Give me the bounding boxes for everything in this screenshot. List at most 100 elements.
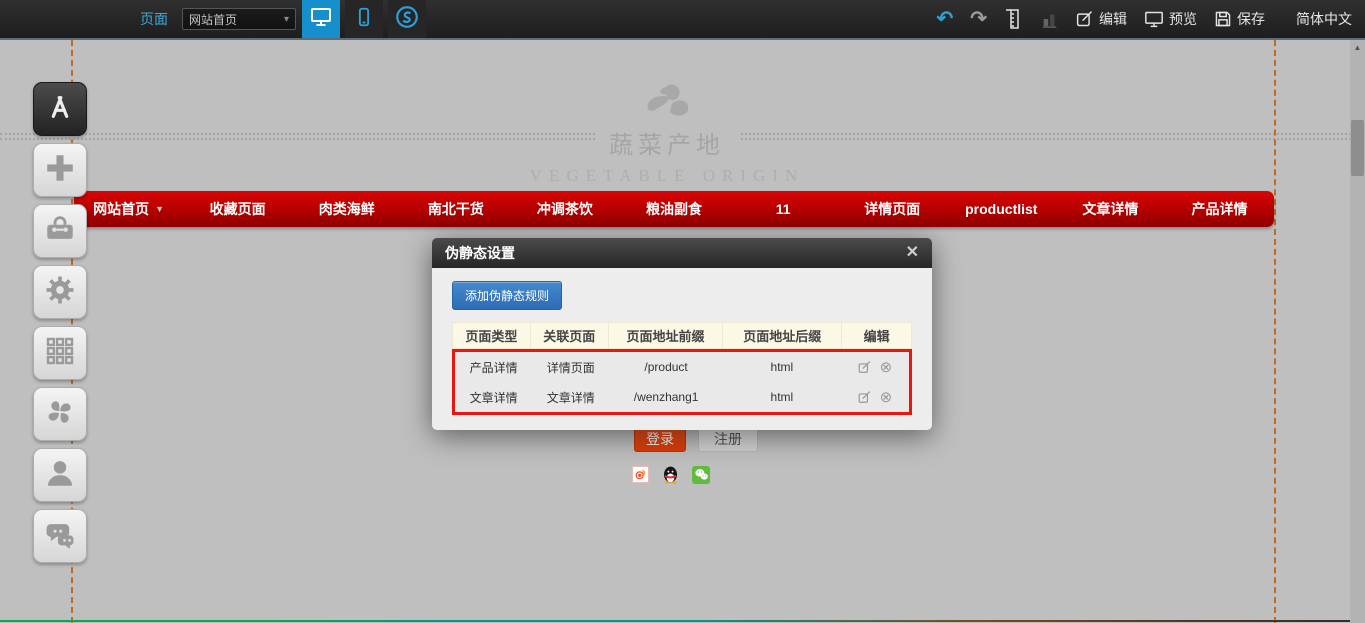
person-icon [43,456,77,495]
brand-circle-icon [394,4,420,35]
save-floppy-icon [1214,10,1232,28]
column-header-url-prefix: 页面地址前缀 [609,323,724,348]
gear-icon [43,273,77,312]
nav-item-label: 11 [776,201,791,217]
mobile-view-button[interactable] [345,0,383,38]
nav-item-label: productlist [965,201,1037,217]
grid-icon [44,335,76,372]
save-button[interactable]: 保存 [1214,9,1265,29]
rules-table: 页面类型 关联页面 页面地址前缀 页面地址后缀 编辑 产品详情 详情页面 /pr… [452,322,912,415]
scrollbar-thumb[interactable] [1351,120,1364,176]
table-row: 产品详情 详情页面 /product html ⊗ [455,352,909,382]
redo-icon[interactable]: ↷ [970,9,987,29]
social-login-icons [632,464,710,485]
nav-item-label: 冲调茶饮 [537,199,593,219]
preview-monitor-icon [1144,10,1164,28]
pseudo-static-dialog: 伪静态设置 ✕ 添加伪静态规则 页面类型 关联页面 页面地址前缀 页面地址后缀 … [432,238,932,430]
cell-url-prefix: /product [609,352,723,382]
site-logo: 蔬菜产地 VEGETABLE ORIGIN [527,80,807,186]
wechat-icon[interactable] [692,466,710,484]
nav-item-label: 网站首页 [93,199,149,219]
page-selector-value: 网站首页 [189,11,237,28]
edit-button[interactable]: 编辑 [1076,9,1127,29]
page-label: 页面 [140,9,168,29]
preview-button[interactable]: 预览 [1144,9,1197,29]
nav-item-label: 肉类海鲜 [319,199,375,219]
row-actions: ⊗ [841,382,909,412]
sidebar-item-plugins[interactable] [33,387,87,441]
edit-label: 编辑 [1099,9,1127,29]
row-edit-icon[interactable] [858,361,871,374]
add-rule-button[interactable]: 添加伪静态规则 [452,281,562,310]
sidebar-item-design[interactable] [33,82,87,136]
sidebar-item-toolbox[interactable] [33,204,87,258]
ruler-icon[interactable] [1004,8,1024,30]
nav-caret-icon: ▼ [155,204,164,214]
cell-url-suffix: html [723,352,841,382]
nav-item[interactable]: 详情页面 [838,191,947,227]
stats-icon[interactable] [1041,10,1059,28]
nav-item[interactable]: 产品详情 [1165,191,1274,227]
edit-pencil-icon [1076,10,1094,28]
scrollbar-up-arrow[interactable]: ▲ [1350,43,1365,52]
cell-url-suffix: html [723,382,841,412]
nav-item[interactable]: 南北干货 [401,191,510,227]
nav-item[interactable]: 文章详情 [1056,191,1165,227]
top-toolbar: 页面 网站首页 ▾ [0,0,1365,40]
column-header-edit: 编辑 [842,323,911,348]
cell-url-prefix: /wenzhang1 [609,382,723,412]
dialog-body: 添加伪静态规则 页面类型 关联页面 页面地址前缀 页面地址后缀 编辑 产品详情 … [432,268,932,430]
nav-item[interactable]: 粮油副食 [619,191,728,227]
site-nav: 网站首页 ▼ 收藏页面 肉类海鲜 南北干货 冲调茶饮 粮油副食 11 详情页面 … [74,191,1274,227]
sidebar-item-member[interactable] [33,448,87,502]
row-actions: ⊗ [841,352,909,382]
sidebar-item-settings[interactable] [33,265,87,319]
right-guide-line [1274,40,1276,623]
sidebar-item-add-module[interactable] [33,143,87,197]
nav-item-label: 文章详情 [1082,199,1138,219]
cell-linked-page: 文章详情 [532,382,609,412]
nav-item[interactable]: productlist [947,191,1056,227]
save-label: 保存 [1237,9,1265,29]
desktop-view-button[interactable] [302,0,340,38]
logo-leaves-icon [636,115,698,132]
site-subtitle: VEGETABLE ORIGIN [527,166,807,186]
vertical-scrollbar[interactable]: ▲ [1350,40,1365,623]
cell-linked-page: 详情页面 [532,352,609,382]
column-header-url-suffix: 页面地址后缀 [723,323,842,348]
sidebar-item-modules-grid[interactable] [33,326,87,380]
column-header-linked-page: 关联页面 [531,323,609,348]
toolbox-icon [43,212,77,251]
weibo-icon[interactable] [632,466,649,483]
undo-icon[interactable]: ↶ [936,9,953,29]
nav-item-label: 南北干货 [428,199,484,219]
nav-item-label: 产品详情 [1191,199,1247,219]
table-header-row: 页面类型 关联页面 页面地址前缀 页面地址后缀 编辑 [452,322,912,349]
nav-item-home[interactable]: 网站首页 ▼ [74,191,183,227]
close-icon[interactable]: ✕ [906,245,919,261]
language-switch[interactable]: 简体中文 [1296,9,1352,29]
nav-item[interactable]: 肉类海鲜 [292,191,401,227]
dialog-header[interactable]: 伪静态设置 ✕ [432,238,932,268]
row-delete-icon[interactable]: ⊗ [880,360,893,375]
nav-item[interactable]: 11 [729,191,838,227]
qq-icon[interactable] [660,464,681,485]
design-tools-icon [44,91,76,128]
chat-bubbles-icon [43,517,77,556]
nav-item-label: 收藏页面 [210,199,266,219]
preview-label: 预览 [1169,9,1197,29]
row-edit-icon[interactable] [858,391,871,404]
nav-item[interactable]: 冲调茶饮 [510,191,619,227]
plus-icon [43,151,77,190]
site-title: 蔬菜产地 [595,133,739,159]
brand-circle-button[interactable] [388,0,426,38]
nav-item[interactable]: 收藏页面 [183,191,292,227]
page-selector-dropdown[interactable]: 网站首页 ▾ [182,8,296,30]
clover-icon [43,395,77,434]
desktop-icon [309,5,333,34]
row-delete-icon[interactable]: ⊗ [880,390,893,405]
cell-page-type: 文章详情 [455,382,532,412]
mobile-icon [353,6,375,33]
sidebar-item-chat[interactable] [33,509,87,563]
chevron-down-icon: ▾ [284,14,289,25]
